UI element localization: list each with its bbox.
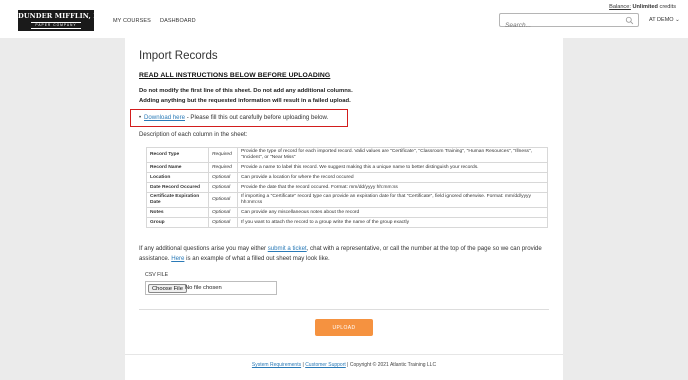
user-menu-dropdown[interactable]: AT DEMO ⌄ <box>649 17 680 23</box>
divider <box>139 309 549 310</box>
nav-my-courses[interactable]: MY COURSES <box>113 18 151 24</box>
table-row: Record Type Required Provide the type of… <box>146 147 548 163</box>
footer: System Requirements | Customer Support |… <box>125 362 563 368</box>
column-name: Record Name <box>146 162 209 173</box>
column-description: Can provide a location for where the rec… <box>237 172 548 183</box>
table-row: Location Optional Can provide a location… <box>146 172 548 183</box>
column-requirement: Optional <box>208 207 238 218</box>
column-name: Date Record Occured <box>146 182 209 193</box>
columns-table: Record Type Required Provide the type of… <box>146 147 548 228</box>
column-name: Notes <box>146 207 209 218</box>
logo-main-text: DUNDER MIFFLIN, INC <box>18 12 108 20</box>
column-requirement: Optional <box>208 192 238 208</box>
instructions-heading: READ ALL INSTRUCTIONS BELOW BEFORE UPLOA… <box>139 72 331 79</box>
help-paragraph: If any additional questions arise you ma… <box>139 244 549 264</box>
column-description: Can provide any miscellaneous notes abou… <box>237 207 548 218</box>
help-text-1: If any additional questions arise you ma… <box>139 245 268 252</box>
table-row: Notes Optional Can provide any miscellan… <box>146 207 548 218</box>
file-input[interactable]: Choose File No file chosen <box>145 281 277 295</box>
balance-info: Balance: Unlimited credits <box>609 4 676 10</box>
column-description: Provide the date that the record occured… <box>237 182 548 193</box>
columns-intro: Description of each column in the sheet: <box>139 131 248 138</box>
column-name: Record Type <box>146 147 209 163</box>
balance-suffix: credits <box>659 4 676 10</box>
table-row: Date Record Occured Optional Provide the… <box>146 182 548 193</box>
table-row: Certificate Expiration Date Optional If … <box>146 192 548 208</box>
column-name: Group <box>146 217 209 228</box>
page-title: Import Records <box>139 50 218 62</box>
column-description: If you want to attach the record to a gr… <box>237 217 548 228</box>
column-requirement: Required <box>208 162 238 173</box>
search-icon[interactable] <box>625 16 634 25</box>
top-header: DUNDER MIFFLIN, INC PAPER COMPANY MY COU… <box>0 0 688 38</box>
search-box <box>499 13 639 32</box>
download-link[interactable]: Download here <box>144 114 185 121</box>
submit-ticket-link[interactable]: submit a ticket <box>268 245 307 252</box>
column-description: Provide a name to label this record. We … <box>237 162 548 173</box>
table-row: Group Optional If you want to attach the… <box>146 217 548 228</box>
bullet-dot: • <box>139 115 142 121</box>
balance-label[interactable]: Balance: <box>609 4 631 10</box>
system-requirements-link[interactable]: System Requirements <box>252 362 301 368</box>
customer-support-link[interactable]: Customer Support <box>305 362 346 368</box>
table-row: Record Name Required Provide a name to l… <box>146 162 548 173</box>
column-description: If importing a "Certificate" record type… <box>237 192 548 208</box>
csv-file-label: CSV FILE <box>145 272 169 278</box>
download-suffix: - Please fill this out carefully before … <box>185 114 329 121</box>
help-text-3: is an example of what a filled out sheet… <box>184 255 330 262</box>
column-name: Certificate Expiration Date <box>146 192 209 208</box>
column-requirement: Optional <box>208 217 238 228</box>
copyright-text: | Copyright © 2021 Atlantic Training LLC <box>345 362 437 368</box>
balance-value: Unlimited <box>632 4 658 10</box>
column-requirement: Required <box>208 147 238 163</box>
column-description: Provide the type of record for each impo… <box>237 147 548 163</box>
warning-line-1: Do not modify the first line of this she… <box>139 88 353 94</box>
choose-file-button[interactable]: Choose File <box>148 284 187 293</box>
footer-divider <box>125 354 563 355</box>
download-instruction: Download here - Please fill this out car… <box>144 114 328 121</box>
example-sheet-link[interactable]: Here <box>171 255 184 262</box>
upload-button[interactable]: UPLOAD <box>315 319 373 336</box>
column-name: Location <box>146 172 209 183</box>
file-status-text: No file chosen <box>185 285 222 291</box>
search-input[interactable] <box>505 19 625 32</box>
warning-line-2: Adding anything but the requested inform… <box>139 98 351 104</box>
logo-sub-text: PAPER COMPANY <box>31 22 81 29</box>
company-logo[interactable]: DUNDER MIFFLIN, INC PAPER COMPANY <box>18 10 108 31</box>
column-requirement: Optional <box>208 172 238 183</box>
nav-dashboard[interactable]: DASHBOARD <box>160 18 196 24</box>
column-requirement: Optional <box>208 182 238 193</box>
